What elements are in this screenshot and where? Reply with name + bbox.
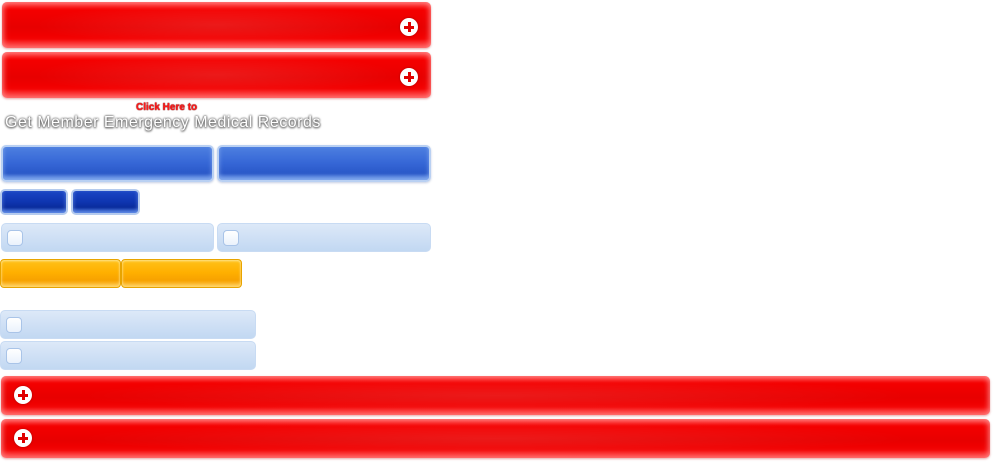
expand-bar-top-2[interactable] <box>2 52 431 98</box>
blue-button-left[interactable] <box>1 145 214 182</box>
checkbox-option-left[interactable] <box>1 223 214 252</box>
plus-icon[interactable] <box>14 386 32 404</box>
checkbox-option-stacked-2[interactable] <box>0 341 256 370</box>
dark-blue-button-2[interactable] <box>71 189 140 215</box>
blue-button-right[interactable] <box>217 145 431 182</box>
checkbox-icon[interactable] <box>7 230 23 246</box>
emergency-records-link[interactable]: Get Member Emergency Medical Records <box>5 114 321 132</box>
click-here-link[interactable]: Click Here to <box>136 102 197 113</box>
plus-icon[interactable] <box>400 68 418 86</box>
checkbox-option-right[interactable] <box>217 223 431 252</box>
orange-button-1[interactable] <box>0 259 121 288</box>
expand-bar-wide-2[interactable] <box>1 419 990 458</box>
checkbox-icon[interactable] <box>6 317 22 333</box>
orange-button-2[interactable] <box>121 259 242 288</box>
checkbox-icon[interactable] <box>223 230 239 246</box>
plus-icon[interactable] <box>14 429 32 447</box>
checkbox-icon[interactable] <box>6 348 22 364</box>
checkbox-option-stacked-1[interactable] <box>0 310 256 339</box>
expand-bar-top-1[interactable] <box>2 2 431 48</box>
plus-icon[interactable] <box>400 18 418 36</box>
expand-bar-wide-1[interactable] <box>1 376 990 415</box>
dark-blue-button-1[interactable] <box>0 189 68 215</box>
